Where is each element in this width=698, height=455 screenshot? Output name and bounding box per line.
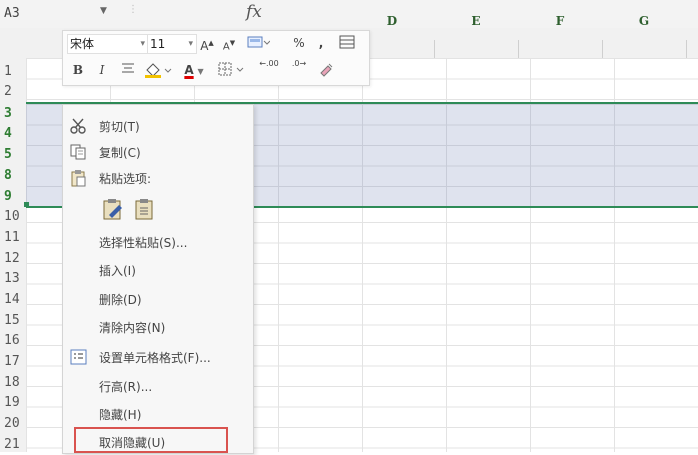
font-size-select[interactable]: 11 ▾ xyxy=(147,34,197,54)
menu-item-label: 清除内容(N) xyxy=(99,321,166,335)
font-name-select[interactable]: 宋体 ▾ xyxy=(67,34,149,54)
column-divider xyxy=(434,40,435,58)
name-box-dropdown-icon[interactable]: ▼ xyxy=(100,6,107,16)
clipboard-icon xyxy=(69,169,89,187)
row-3-header[interactable]: 3 xyxy=(4,106,12,121)
row-20-header[interactable]: 20 xyxy=(4,416,20,431)
italic-button[interactable]: I xyxy=(95,61,109,79)
scissors-icon xyxy=(69,117,89,135)
bold-button[interactable]: B xyxy=(71,61,85,79)
shrink-font-button[interactable]: A▼ xyxy=(221,34,237,52)
menu-item-label: 行高(R)... xyxy=(99,380,153,394)
column-f-header[interactable]: F xyxy=(540,14,580,28)
menu-item-label: 剪切(T) xyxy=(99,120,140,134)
align-center-button[interactable] xyxy=(119,61,137,79)
arrow-left-icon: ← xyxy=(259,59,266,68)
grow-font-button[interactable]: A▲ xyxy=(199,34,215,53)
menu-item-format-cells[interactable]: 设置单元格格式(F)... xyxy=(63,344,253,370)
borders-icon xyxy=(218,62,244,76)
menu-item-label: 删除(D) xyxy=(99,293,142,307)
menu-item-copy[interactable]: 复制(C) xyxy=(63,139,253,165)
font-size-value: 11 xyxy=(150,37,166,51)
decrease-decimal-button[interactable]: .0→ xyxy=(287,59,311,77)
eraser-brush-icon xyxy=(320,63,333,77)
font-name-value: 宋体 xyxy=(70,37,95,51)
column-divider xyxy=(518,40,519,58)
chevron-down-icon: ▾ xyxy=(140,39,145,49)
row-9-header[interactable]: 9 xyxy=(4,189,12,204)
paint-bucket-icon xyxy=(145,63,172,78)
column-divider xyxy=(602,40,603,58)
row-8-header[interactable]: 8 xyxy=(4,168,12,183)
shrink-font-label: A xyxy=(222,41,230,53)
row-1-header[interactable]: 1 xyxy=(4,64,12,79)
clear-format-button[interactable] xyxy=(317,61,335,79)
row-19-header[interactable]: 19 xyxy=(4,395,20,410)
column-d-header[interactable]: D xyxy=(372,14,412,28)
borders-button[interactable] xyxy=(217,61,247,79)
menu-item-paste-special[interactable]: 选择性粘贴(S)... xyxy=(63,229,253,255)
menu-item-paste-options: 粘贴选项: xyxy=(63,165,253,191)
increase-decimal-button[interactable]: ←.00 xyxy=(257,59,281,77)
align-center-icon xyxy=(122,63,134,73)
menu-item-clear-contents[interactable]: 清除内容(N) xyxy=(63,314,253,340)
menu-item-label: 复制(C) xyxy=(99,146,141,160)
row-10-header[interactable]: 10 xyxy=(4,209,20,224)
menu-item-label: 选择性粘贴(S)... xyxy=(99,236,188,250)
formula-bar: A3 ▼ ⋮ fx xyxy=(0,0,698,29)
menu-item-delete[interactable]: 删除(D) xyxy=(63,286,253,312)
column-divider xyxy=(686,40,687,58)
separator-icon: ⋮ xyxy=(128,4,138,15)
menu-item-label: 设置单元格格式(F)... xyxy=(99,351,211,365)
comma-style-button[interactable]: , xyxy=(315,34,327,52)
menu-item-label: 插入(I) xyxy=(99,264,136,278)
fill-handle[interactable] xyxy=(24,202,29,207)
paste-values-icon[interactable] xyxy=(133,197,157,221)
cell-style-button[interactable] xyxy=(245,34,271,52)
arrow-right-icon: → xyxy=(299,59,307,68)
menu-item-cut[interactable]: 剪切(T) xyxy=(63,113,253,139)
paste-all-icon[interactable] xyxy=(101,197,125,221)
row-12-header[interactable]: 12 xyxy=(4,251,20,266)
copy-icon xyxy=(69,143,89,161)
fill-color-button[interactable] xyxy=(143,61,173,79)
font-color-label: A xyxy=(184,63,194,77)
menu-item-hide[interactable]: 隐藏(H) xyxy=(63,401,253,427)
row-13-header[interactable]: 13 xyxy=(4,271,20,286)
row-header: 1 2 3 4 5 8 9 10 11 12 13 14 15 16 17 18… xyxy=(0,58,27,452)
cell-style-icon xyxy=(247,36,271,48)
menu-item-insert[interactable]: 插入(I) xyxy=(63,257,253,283)
percent-style-button[interactable]: % xyxy=(291,34,307,52)
chevron-down-icon: ▾ xyxy=(188,39,193,49)
row-17-header[interactable]: 17 xyxy=(4,354,20,369)
menu-item-label: 隐藏(H) xyxy=(99,408,142,422)
format-cells-icon xyxy=(69,348,89,366)
unhide-highlight-box xyxy=(74,427,228,453)
menu-item-row-height[interactable]: 行高(R)... xyxy=(63,373,253,399)
row-18-header[interactable]: 18 xyxy=(4,375,20,390)
row-5-header[interactable]: 5 xyxy=(4,147,12,162)
format-painter-button[interactable] xyxy=(337,34,357,52)
increase-decimal-label: .00 xyxy=(265,59,279,68)
chevron-down-icon: ▼ xyxy=(197,67,204,76)
row-14-header[interactable]: 14 xyxy=(4,292,20,307)
column-e-header[interactable]: E xyxy=(456,14,496,28)
row-4-header[interactable]: 4 xyxy=(4,126,12,141)
insert-function-icon[interactable]: fx xyxy=(246,2,262,22)
row-21-header[interactable]: 21 xyxy=(4,437,20,452)
row-2-header[interactable]: 2 xyxy=(4,84,12,99)
menu-item-label: 粘贴选项: xyxy=(99,172,152,186)
name-box[interactable]: A3 xyxy=(4,4,96,24)
row-16-header[interactable]: 16 xyxy=(4,333,20,348)
table-format-icon xyxy=(339,35,355,49)
font-color-button[interactable]: A ▼ xyxy=(179,61,209,79)
row-15-header[interactable]: 15 xyxy=(4,313,20,328)
context-menu: 剪切(T) 复制(C) 粘贴选项: 选择性粘贴(S)... 插入(I) 删除(D… xyxy=(62,104,254,454)
mini-toolbar: 宋体 ▾ 11 ▾ A▲ A▼ % , B I A ▼ ←.00 .0→ xyxy=(62,30,370,86)
row-11-header[interactable]: 11 xyxy=(4,230,20,245)
column-g-header[interactable]: G xyxy=(624,14,664,28)
